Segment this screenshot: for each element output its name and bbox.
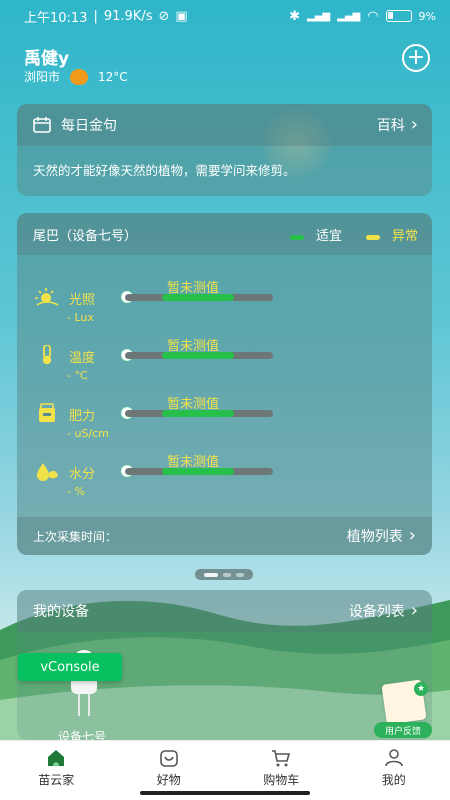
metric-moisture[interactable]: 水分 - % 暂未测值 <box>17 455 432 509</box>
status-bar: 上午10:13 | 91.9K/s ⊘ ▣ ✱ ▂▄▆ ▂▄▆ ◠ 9% <box>0 0 450 32</box>
temperature: 12°C <box>98 69 128 84</box>
metric-light-bar <box>125 294 273 301</box>
pager-dot-active <box>204 572 218 577</box>
daily-quote-header[interactable]: 每日金句 百科 › <box>17 104 432 146</box>
battery-percent: 9% <box>418 9 436 23</box>
legend-ok: 适宜 <box>289 225 342 244</box>
plant-list-link[interactable]: 植物列表 › <box>347 526 416 546</box>
metric-moisture-label: 水分 <box>69 467 96 482</box>
device-card-header: 尾巴（设备七号） 适宜 异常 <box>17 213 432 255</box>
water-icon <box>37 463 58 481</box>
legend-abnormal-swatch <box>365 234 380 240</box>
status-divider: | <box>93 8 98 24</box>
status-time: 上午10:13 <box>24 10 88 26</box>
legend-ok-label: 适宜 <box>315 228 342 244</box>
daily-quote-text: 天然的才能好像天然的植物，需要学问来修剪。 <box>33 163 296 178</box>
metric-moisture-unit: - % <box>67 485 85 498</box>
metric-fertility[interactable]: 肥力 - uS/cm 暂未测值 <box>17 397 432 451</box>
pager-dot <box>236 572 244 577</box>
mute-icon: ⊘ <box>158 8 170 24</box>
chevron-right-icon: › <box>408 525 416 546</box>
smile-bag-icon <box>159 750 178 767</box>
nav-goods-label: 好物 <box>156 773 181 787</box>
location-weather: 浏阳市 12°C <box>24 68 128 85</box>
daily-quote-card: 每日金句 百科 › 天然的才能好像天然的植物，需要学问来修剪。 <box>17 104 432 196</box>
vconsole-button[interactable]: vConsole <box>18 653 122 681</box>
metric-fertility-bar <box>125 410 273 417</box>
encyclopedia-label: 百科 <box>376 118 405 134</box>
metric-temperature-label: 温度 <box>69 351 96 366</box>
feedback-label: 用户反馈 <box>374 722 432 738</box>
home-indicator[interactable] <box>140 791 310 795</box>
metric-temperature-unit: - °C <box>67 369 88 382</box>
metric-temperature-range <box>162 352 234 359</box>
add-device-button[interactable]: + <box>402 44 430 72</box>
pager-dot <box>223 572 231 577</box>
status-speed: 91.9K/s <box>103 8 153 24</box>
metric-fertility-unit: - uS/cm <box>67 427 109 440</box>
legend-abnormal-label: 异常 <box>391 228 418 244</box>
my-devices-title: 我的设备 <box>33 604 89 620</box>
star-icon: ★ <box>414 682 428 696</box>
sun-icon <box>35 288 59 306</box>
device-card-title: 尾巴（设备七号） <box>33 228 138 244</box>
calendar-icon <box>33 117 51 133</box>
metric-temperature[interactable]: 温度 - °C 暂未测值 <box>17 339 432 393</box>
metric-moisture-range <box>162 468 234 475</box>
cart-icon <box>272 750 291 767</box>
nav-home[interactable]: 苗云家 <box>0 741 113 800</box>
daily-quote-title: 每日金句 <box>61 118 117 134</box>
nav-home-label: 苗云家 <box>38 773 75 787</box>
nav-profile[interactable]: 我的 <box>338 741 450 800</box>
chevron-right-icon: › <box>410 600 418 621</box>
device-list-link[interactable]: 设备列表 › <box>349 601 418 621</box>
thermometer-icon <box>42 345 52 365</box>
nav-profile-label: 我的 <box>381 773 406 787</box>
bluetooth-icon: ✱ <box>289 8 301 24</box>
last-collect-time: 上次采集时间： <box>33 529 118 544</box>
sunny-icon <box>70 68 89 85</box>
nav-cart-label: 购物车 <box>263 773 300 787</box>
legend-ok-swatch <box>289 234 304 240</box>
chevron-right-icon: › <box>410 114 418 135</box>
device-sensor-card: 尾巴（设备七号） 适宜 异常 光照 - Lux 暂未测值 温度 - °C 暂未测… <box>17 213 432 555</box>
metric-fertility-range <box>162 410 234 417</box>
gallery-icon: ▣ <box>175 8 188 24</box>
city-name: 浏阳市 <box>24 70 61 84</box>
fertilizer-icon <box>39 403 55 422</box>
metric-fertility-label: 肥力 <box>69 409 96 424</box>
home-icon <box>48 750 65 766</box>
plant-list-label: 植物列表 <box>346 529 403 545</box>
device-list-label: 设备列表 <box>348 604 405 620</box>
metric-light-unit: - Lux <box>67 311 94 324</box>
metric-light-range <box>162 294 234 301</box>
signal-icon: ▂▄▆ <box>307 10 331 22</box>
encyclopedia-link[interactable]: 百科 › <box>377 115 418 135</box>
carousel-indicator[interactable] <box>195 569 253 580</box>
feedback-button[interactable]: ★ 用户反馈 <box>374 679 432 738</box>
metric-light[interactable]: 光照 - Lux 暂未测值 <box>17 281 432 335</box>
metric-light-label: 光照 <box>69 293 96 308</box>
metric-moisture-bar <box>125 468 273 475</box>
wifi-icon: ◠ <box>367 8 379 24</box>
metric-temperature-bar <box>125 352 273 359</box>
status-legend: 适宜 异常 <box>289 225 418 244</box>
legend-abnormal: 异常 <box>365 225 418 244</box>
device-card-footer: 上次采集时间： 植物列表 › <box>17 517 432 555</box>
user-name[interactable]: 禹健y <box>24 44 69 69</box>
plus-circle-icon: + <box>406 45 426 70</box>
my-devices-header: 我的设备 设备列表 › <box>17 590 432 632</box>
battery-icon <box>385 10 412 22</box>
signal-icon-2: ▂▄▆ <box>337 10 361 22</box>
user-icon <box>384 749 403 767</box>
